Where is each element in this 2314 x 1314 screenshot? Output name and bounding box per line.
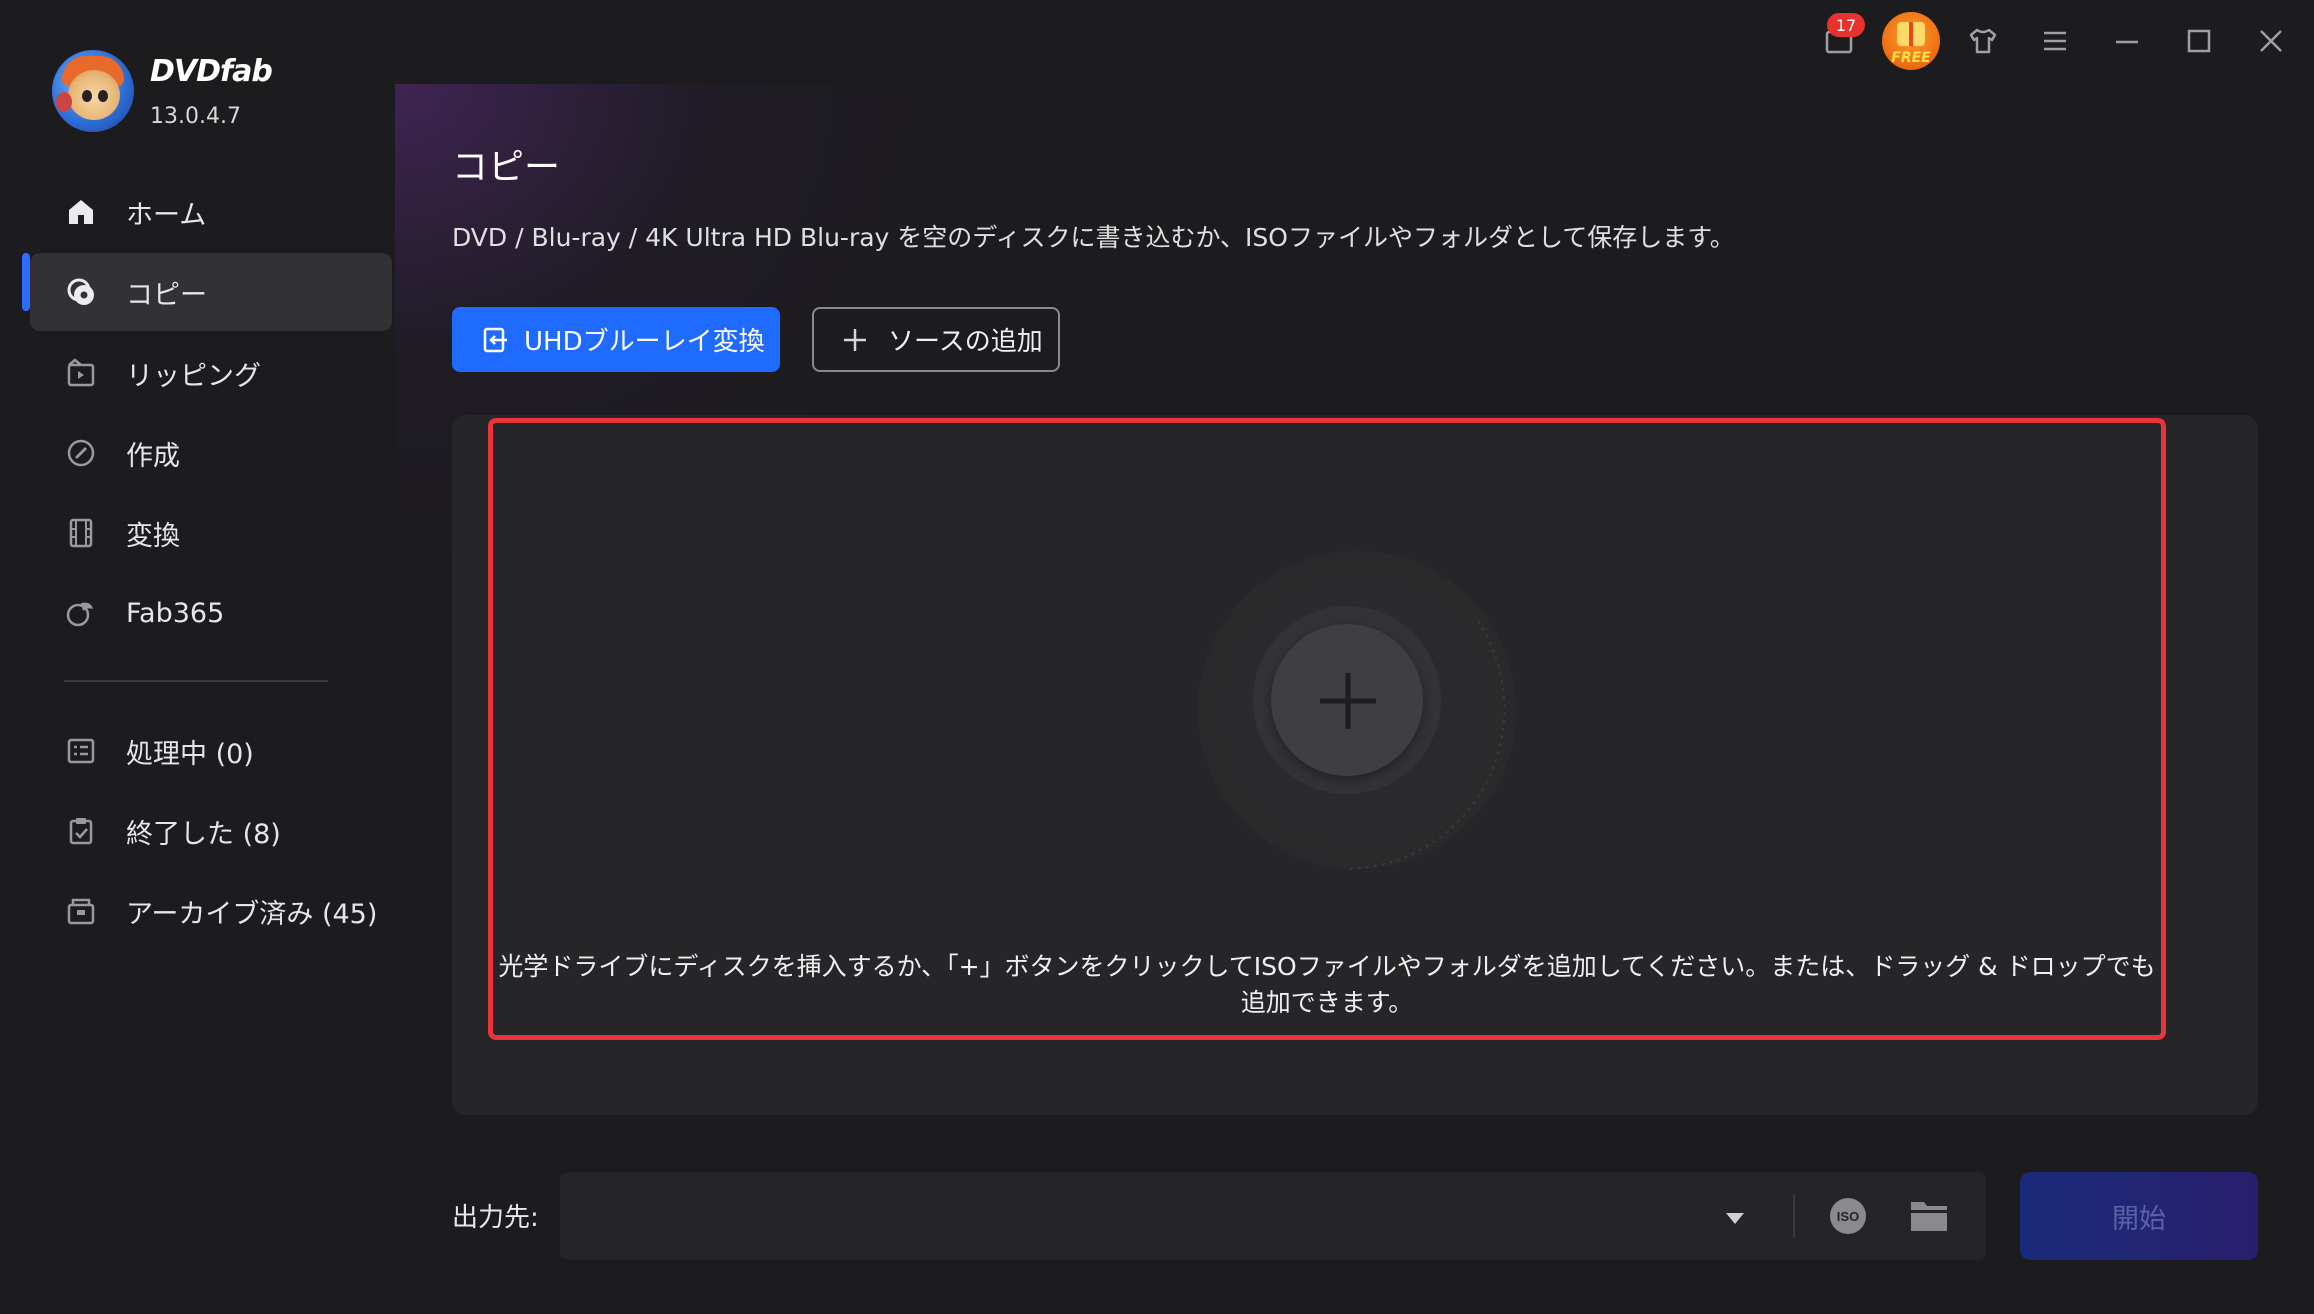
notification-badge: 17	[1827, 13, 1865, 37]
page-title: コピー	[452, 147, 561, 188]
dvdfab-logo	[52, 50, 134, 132]
page-description: DVD / Blu-ray / 4K Ultra HD Blu-ray を空のデ…	[452, 223, 1735, 252]
finished-clipboard-icon	[64, 814, 98, 848]
output-label: 出力先:	[452, 1203, 539, 1233]
svg-text:ISO: ISO	[1837, 1209, 1859, 1224]
sidebar-divider	[64, 680, 328, 682]
fab365-icon	[64, 596, 98, 630]
skin-shirt-icon[interactable]	[1960, 18, 2006, 64]
close-icon[interactable]	[2248, 18, 2294, 64]
drop-hint-text: 光学ドライブにディスクを挿入するか、「+」ボタンをクリックしてISOファイルやフ…	[498, 952, 2156, 1017]
sidebar-item-finished[interactable]: 終了した (8)	[30, 792, 392, 870]
title-bar	[395, 0, 2314, 84]
sidebar-item-label: 終了した (8)	[126, 818, 281, 850]
sidebar-item-convert[interactable]: 変換	[30, 494, 392, 572]
uhd-convert-button[interactable]: UHDブルーレイ変換	[452, 307, 780, 372]
add-source-circle-button[interactable]	[1198, 551, 1516, 870]
sidebar-item-label: アーカイブ済み (45)	[126, 898, 378, 930]
app-brand: DVDfab	[150, 54, 273, 89]
uhd-exit-icon	[480, 325, 510, 355]
sidebar-item-ripping[interactable]: リッピング	[30, 334, 392, 412]
sidebar-item-create[interactable]: 作成	[30, 414, 392, 492]
sidebar-item-label: ホーム	[126, 199, 207, 231]
chevron-down-icon[interactable]	[1717, 1206, 1753, 1230]
menu-icon[interactable]	[2032, 18, 2078, 64]
uhd-convert-label: UHDブルーレイ変換	[524, 327, 765, 357]
active-indicator	[22, 253, 30, 311]
sidebar-item-archived[interactable]: アーカイブ済み (45)	[30, 872, 392, 950]
sidebar-item-label: リッピング	[126, 360, 261, 392]
output-path-field[interactable]: ISO	[560, 1172, 1986, 1260]
iso-icon[interactable]: ISO	[1828, 1196, 1868, 1236]
archive-box-icon	[64, 894, 98, 928]
sidebar-item-label: 変換	[126, 520, 180, 552]
output-separator	[1793, 1194, 1795, 1238]
sidebar-item-label: 作成	[126, 440, 180, 472]
sidebar-item-label: 処理中 (0)	[126, 738, 254, 770]
sidebar-item-copy[interactable]: コピー	[30, 253, 392, 331]
sidebar-item-fab365[interactable]: Fab365	[30, 574, 392, 652]
home-icon	[64, 195, 98, 229]
add-source-label: ソースの追加	[888, 327, 1043, 357]
sidebar-item-label: コピー	[126, 279, 207, 311]
large-plus-icon	[1320, 673, 1376, 729]
ripping-icon	[64, 356, 98, 390]
start-label: 開始	[2112, 1203, 2166, 1235]
sidebar-item-label: Fab365	[126, 597, 225, 629]
copy-disc-icon	[64, 275, 98, 309]
sidebar-item-processing[interactable]: 処理中 (0)	[30, 712, 392, 790]
app-version: 13.0.4.7	[150, 104, 241, 129]
folder-icon[interactable]	[1908, 1196, 1950, 1236]
maximize-icon[interactable]	[2176, 18, 2222, 64]
free-label: FREE	[1891, 50, 1931, 66]
sidebar-item-home[interactable]: ホーム	[30, 173, 392, 251]
create-icon	[64, 436, 98, 470]
start-button[interactable]: 開始	[2020, 1172, 2258, 1260]
free-gift-icon[interactable]: FREE	[1882, 12, 1940, 70]
plus-icon	[840, 325, 870, 355]
processing-list-icon	[64, 734, 98, 768]
add-source-button[interactable]: ソースの追加	[812, 307, 1060, 372]
film-icon	[64, 516, 98, 550]
minimize-icon[interactable]	[2104, 18, 2150, 64]
